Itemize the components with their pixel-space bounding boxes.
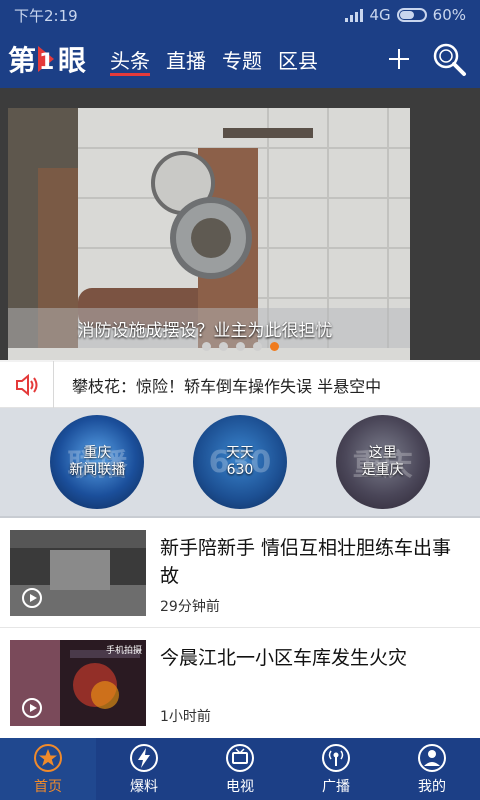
news-title: 今晨江北一小区车库发生火灾 — [160, 647, 408, 669]
lightning-icon — [130, 743, 158, 772]
battery-percent: 60% — [432, 6, 466, 24]
tab-live[interactable]: 直播 — [158, 30, 214, 88]
channel-label: 天天 630 — [225, 445, 254, 478]
channel-news-broadcast[interactable]: 联播 重庆 新闻联播 — [50, 415, 145, 509]
nav-home[interactable]: 首页 — [0, 738, 96, 800]
channel-row: 联播 重庆 新闻联播 630 天天 630 重庆 这里 是重庆 — [0, 408, 480, 518]
user-icon — [418, 743, 446, 772]
app-logo[interactable]: 第 1 眼 — [0, 30, 102, 88]
tab-districts[interactable]: 区县 — [270, 30, 326, 88]
battery-icon — [396, 8, 427, 22]
nav-label: 广播 — [322, 778, 350, 795]
news-time: 29分钟前 — [160, 599, 220, 615]
carousel-dot[interactable] — [235, 342, 245, 351]
star-icon — [34, 743, 62, 772]
add-button[interactable] — [374, 30, 424, 88]
channel-label: 这里 是重庆 — [361, 445, 404, 478]
network-type: 4G — [369, 6, 391, 24]
nav-label: 我的 — [418, 778, 446, 795]
status-bar: 下午2:19 4G 60% — [0, 0, 480, 30]
tab-topics[interactable]: 专题 — [214, 30, 270, 88]
carousel-dot[interactable] — [252, 342, 262, 351]
svg-text:眼: 眼 — [58, 44, 86, 77]
signal-icon — [345, 8, 364, 22]
news-item[interactable]: 手机拍摄 今晨江北一小区车库发生火灾 1小时前 — [0, 628, 480, 738]
speaker-icon — [15, 373, 37, 396]
nav-tv[interactable]: 电视 — [192, 738, 288, 800]
status-right: 4G 60% — [345, 6, 466, 24]
channel-this-is-chongqing[interactable]: 重庆 这里 是重庆 — [335, 415, 430, 509]
plus-icon — [389, 49, 409, 69]
nav-profile[interactable]: 我的 — [384, 738, 480, 800]
news-title: 新手陪新手 情侣互相壮胆练车出事故 — [160, 537, 452, 587]
news-ticker[interactable]: 攀枝花：惊险！轿车倒车操作失误 半悬空中 — [0, 360, 480, 409]
logo-mark: 第 1 眼 — [8, 44, 86, 77]
banner-caption: 消防设施成摆设？业主为此很担忧 — [77, 321, 333, 341]
carousel-dot-active[interactable] — [269, 342, 279, 351]
nav-report[interactable]: 爆料 — [96, 738, 192, 800]
bottom-nav: 首页 爆料 电视 广播 我的 — [0, 738, 480, 800]
news-thumbnail: 手机拍摄 — [10, 640, 146, 726]
play-icon — [22, 588, 42, 608]
app-header: 第 1 眼 头条 直播 专题 区县 — [0, 30, 480, 88]
banner-carousel[interactable]: 消防设施成摆设？业主为此很担忧 — [0, 88, 480, 360]
tab-headlines[interactable]: 头条 — [102, 30, 158, 88]
search-button[interactable] — [424, 30, 474, 88]
tv-icon — [226, 743, 254, 772]
nav-label: 首页 — [34, 778, 62, 795]
channel-label: 重庆 新闻联播 — [69, 445, 126, 478]
play-icon — [22, 698, 42, 718]
carousel-dot[interactable] — [218, 342, 228, 351]
news-time: 1小时前 — [160, 709, 211, 725]
svg-text:第: 第 — [8, 44, 36, 77]
status-time: 下午2:19 — [14, 6, 78, 25]
news-thumbnail — [10, 530, 146, 616]
ticker-text[interactable]: 攀枝花：惊险！轿车倒车操作失误 半悬空中 — [54, 373, 381, 397]
search-icon — [433, 43, 466, 76]
top-tabs: 头条 直播 专题 区县 — [102, 30, 374, 88]
channel-tiantian-630[interactable]: 630 天天 630 — [192, 415, 287, 509]
battery-fill — [399, 11, 415, 19]
nav-radio[interactable]: 广播 — [288, 738, 384, 800]
ticker-speaker — [0, 360, 54, 409]
carousel-dot[interactable] — [201, 342, 211, 351]
news-item[interactable]: 新手陪新手 情侣互相壮胆练车出事故 29分钟前 — [0, 518, 480, 628]
thumbnail-tag: 手机拍摄 — [105, 646, 142, 656]
broadcast-icon — [322, 743, 350, 772]
svg-text:1: 1 — [39, 50, 54, 75]
carousel-dots — [0, 342, 480, 351]
nav-label: 电视 — [226, 778, 254, 795]
nav-label: 爆料 — [130, 778, 158, 795]
